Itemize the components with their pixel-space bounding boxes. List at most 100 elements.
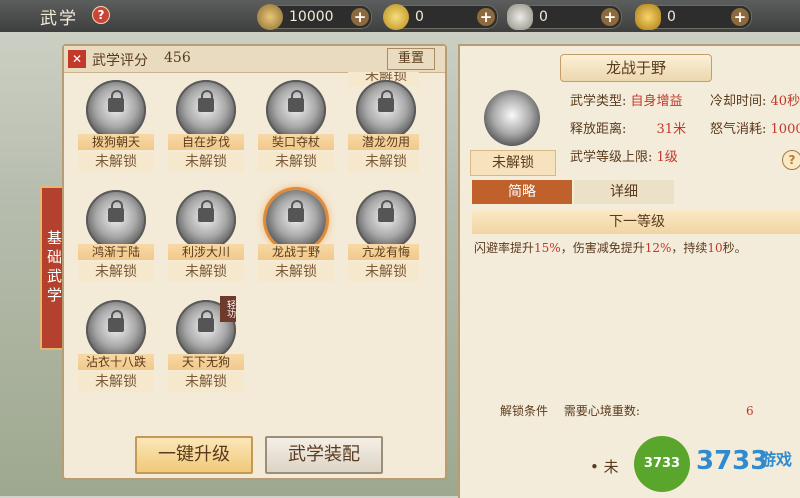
unlock-condition-row: 解锁条件 需要心境重数: [500,402,640,420]
skill-name: 自在步伐 [168,134,244,150]
skill-name: 奘口夺杖 [258,134,334,150]
resource-gold-ingot: 0 + [635,4,752,30]
cooldown-row: 冷却时间: 40秒 [710,92,800,112]
range-value: 31米 [656,122,687,137]
skill-state: 未解锁 [258,152,334,172]
gold-value: 0 [415,9,424,25]
score-value: 456 [164,50,191,66]
lock-icon [288,90,304,112]
watermark-small: 游戏 [760,450,793,469]
silver-ingot-value: 0 [539,9,548,25]
site-watermark: 3733 3733 游戏 [628,432,800,492]
desc-text: 闪避率提升 [474,241,535,255]
gold-ingot-value: 0 [667,9,676,25]
desc-text: ，伤害减免提升 [560,241,645,255]
skill-name: 鸿渐于陆 [78,244,154,260]
resource-coins: 10000 + [257,4,372,30]
coins-value: 10000 [289,9,334,25]
one-click-upgrade-button[interactable]: 一键升级 [135,436,253,474]
skill-cell[interactable]: 奘口夺杖 未解锁 [254,76,338,186]
next-level-header: 下一等级 [472,210,800,234]
footer-status: • 未 [590,458,619,476]
skill-name: 亢龙有悔 [348,244,419,260]
skill-cell[interactable]: 利涉大川 未解锁 [164,186,248,296]
skill-state: 未解锁 [168,262,244,282]
add-gold-button[interactable]: + [477,8,495,26]
help-button[interactable]: ? [92,6,110,24]
desc-highlight: 15% [534,241,561,255]
tab-brief[interactable]: 简略 [472,180,572,204]
skill-state: 未解锁 [78,372,154,392]
cooldown-label: 冷却时间: [710,94,767,109]
top-bar: 武学 ? 10000 + 0 + 0 + 0 + [0,0,800,32]
next-level-description: 闪避率提升15%，伤害减免提升12%，持续10秒。 [474,240,794,256]
skill-cell[interactable]: 轻功 天下无狗 未解锁 [164,296,248,406]
martial-equip-button[interactable]: 武学装配 [265,436,383,474]
rage-value: 1000 [770,122,800,137]
skill-state: 未解锁 [78,262,154,282]
lock-icon [378,200,394,222]
resource-gold: 0 + [383,4,498,30]
skill-cell[interactable]: 拨狗朝天 未解锁 [74,76,158,186]
lock-icon [108,200,124,222]
rage-label: 怒气消耗: [710,122,767,137]
tab-detail[interactable]: 详细 [574,180,674,204]
cooldown-value: 40秒 [770,94,800,109]
skill-state: 未解锁 [258,262,334,282]
level-limit-value: 1级 [656,150,678,165]
add-silver-ingot-button[interactable]: + [601,8,619,26]
skill-detail-state: 未解锁 [470,150,556,176]
skill-cell-selected[interactable]: 龙战于野 未解锁 [254,186,338,296]
page-title: 武学 [40,9,78,29]
add-gold-ingot-button[interactable]: + [731,8,749,26]
skill-state: 未解锁 [78,152,154,172]
unlock-requirement: 需要心境重数: [563,404,640,418]
desc-highlight: 12% [644,241,672,255]
reset-button[interactable]: 重置 [387,48,435,70]
lock-icon [288,200,304,222]
gold-ingot-icon [635,4,661,30]
lock-icon [198,200,214,222]
skill-cell[interactable]: 潜龙勿用 未解锁 [344,76,419,186]
rage-row: 怒气消耗: 1000 [710,120,800,140]
skill-cell[interactable]: 亢龙有悔 未解锁 [344,186,419,296]
skill-state: 未解锁 [348,152,419,172]
skill-grid[interactable]: 未解锁 拨狗朝天 未解锁 自在步伐 未解锁 奘口夺杖 未解锁 潜龙勿用 未解锁 … [74,72,419,432]
skill-cell[interactable]: 沾衣十八跌 未解锁 [74,296,158,406]
skill-name: 利涉大川 [168,244,244,260]
skill-name: 拨狗朝天 [78,134,154,150]
skill-name: 潜龙勿用 [348,134,419,150]
skill-name: 龙战于野 [258,244,334,260]
lock-icon [108,310,124,332]
skill-detail-title: 龙战于野 [560,54,712,82]
skill-detail-panel: 龙战于野 未解锁 武学类型: 自身增益 冷却时间: 40秒 释放距离: 31米 … [458,44,800,498]
skill-state: 未解锁 [348,262,419,282]
watermark-logo-icon: 3733 [634,436,690,492]
gold-coin-icon [383,4,409,30]
skill-type-label: 武学类型: [570,94,627,109]
desc-text: 秒。 [722,241,747,255]
skill-type-row: 武学类型: 自身增益 [570,92,683,112]
silver-ingot-icon [507,4,533,30]
watermark-text: 3733 [696,446,769,476]
skill-state: 未解锁 [168,152,244,172]
lock-icon [378,90,394,112]
level-limit-label: 武学等级上限: [570,150,653,165]
coin-icon [257,4,283,30]
range-row: 释放距离: 31米 [570,120,686,140]
lock-icon [198,90,214,112]
level-limit-row: 武学等级上限: 1级 [570,148,678,168]
score-label: 武学评分 [92,53,148,69]
desc-highlight: 10 [707,241,723,255]
resource-silver-ingot: 0 + [507,4,622,30]
skill-name: 天下无狗 [168,354,244,370]
skill-cell[interactable]: 自在步伐 未解锁 [164,76,248,186]
score-header: ✕ 武学评分 456 重置 [64,46,445,73]
unlock-label: 解锁条件 [500,404,549,418]
skill-name: 沾衣十八跌 [78,354,154,370]
detail-help-button[interactable]: ? [782,150,800,170]
skill-cell[interactable]: 鸿渐于陆 未解锁 [74,186,158,296]
add-coins-button[interactable]: + [351,8,369,26]
dragon-skill-icon [484,90,540,146]
range-label: 释放距离: [570,122,627,137]
